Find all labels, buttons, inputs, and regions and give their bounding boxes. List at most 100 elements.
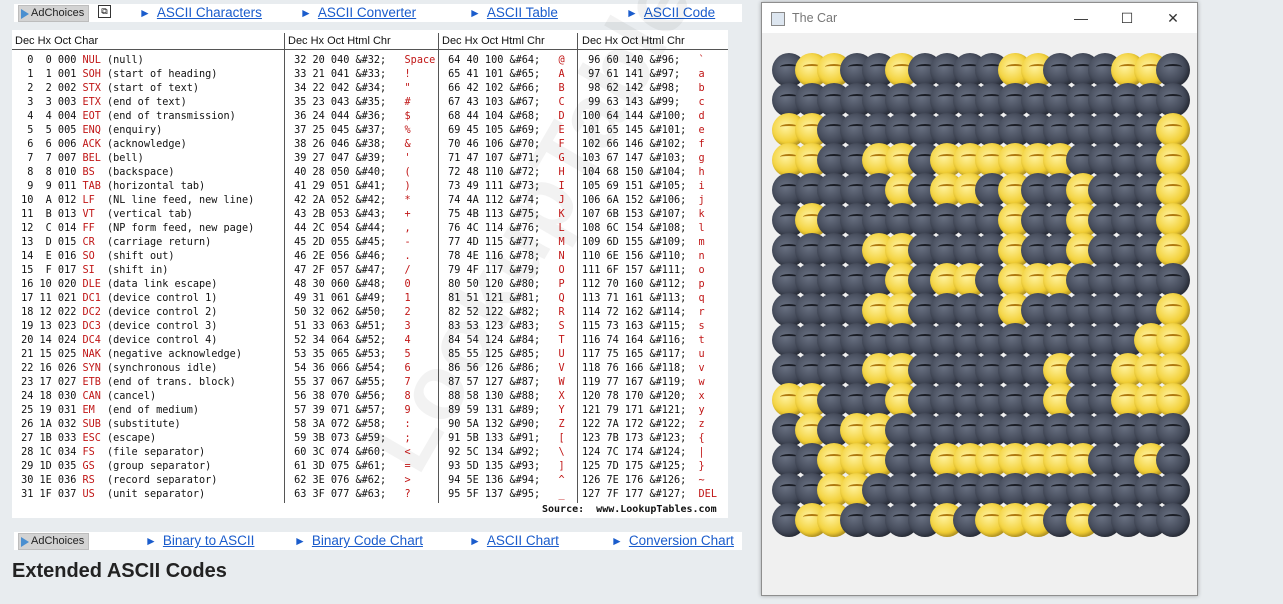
table-source: Source: www.LookupTables.com [542,504,717,515]
table-row: 71 47 107 &#71; G [442,153,565,164]
table-row: 32 20 040 &#32; Space [288,55,436,66]
table-row: 48 30 060 &#48; 0 [288,279,411,290]
ascii-table-image: LookupTables Dec Hx Oct Char Dec Hx Oct … [12,0,737,518]
full-moon-face-icon [1156,203,1191,237]
table-row: 4 4 004 EOT (end of transmission) [15,111,236,122]
table-row: 38 26 046 &#38; & [288,139,411,150]
table-row: 99 63 143 &#99; c [582,97,705,108]
table-row: 39 27 047 &#39; ' [288,153,411,164]
table-row: 65 41 101 &#65; A [442,69,565,80]
moon-face-detail [1164,394,1183,400]
table-row: 1 1 001 SOH (start of heading) [15,69,218,80]
link-ascii-characters[interactable]: ► ASCII Characters [139,5,262,20]
table-row: 58 3A 072 &#58; : [288,419,411,430]
link-ascii-table[interactable]: ► ASCII Table [469,5,558,20]
column-divider [284,33,285,503]
table-row: 117 75 165 &#117; u [582,349,705,360]
link-ascii-chart[interactable]: ► ASCII Chart [469,533,559,548]
moon-face-detail [1164,514,1183,520]
table-row: 81 51 121 &#81; Q [442,293,565,304]
external-link-icon[interactable]: ⧉ [98,5,111,18]
table-row: 46 2E 056 &#46; . [288,251,411,262]
table-row: 26 1A 032 SUB (substitute) [15,419,181,430]
table-row: 68 44 104 &#68; D [442,111,565,122]
arrow-icon: ► [294,534,306,548]
table-row: 74 4A 112 &#74; J [442,195,565,206]
link-binary-to-ascii[interactable]: ► Binary to ASCII [145,533,254,548]
full-moon-face-icon [1156,143,1191,177]
table-row: 87 57 127 &#87; W [442,377,565,388]
table-row: 27 1B 033 ESC (escape) [15,433,157,444]
table-row: 16 10 020 DLE (data link escape) [15,279,218,290]
table-row: 90 5A 132 &#90; Z [442,419,565,430]
full-moon-face-icon [1156,173,1191,207]
table-row: 95 5F 137 &#95; _ [442,489,565,500]
new-moon-face-icon [1156,263,1191,297]
moon-face-detail [1164,334,1183,340]
full-moon-face-icon [1156,113,1191,147]
table-row: 84 54 124 &#84; T [442,335,565,346]
table-row: 125 7D 175 &#125; } [582,461,705,472]
maximize-button[interactable]: ☐ [1115,8,1139,28]
table-row: 119 77 167 &#119; w [582,377,705,388]
arrow-icon: ► [469,534,481,548]
new-moon-face-icon [1156,503,1191,537]
web-page: AdChoices ⧉ ► ASCII Characters ► ASCII Con… [0,0,760,604]
minimize-button[interactable]: — [1069,8,1093,28]
table-row: 67 43 103 &#67; C [442,97,565,108]
table-row: 17 11 021 DC1 (device control 1) [15,293,218,304]
table-row: 0 0 000 NUL (null) [15,55,144,66]
table-row: 69 45 105 &#69; E [442,125,565,136]
close-button[interactable]: ✕ [1161,8,1185,28]
table-row: 25 19 031 EM (end of medium) [15,405,200,416]
section-heading: Extended ASCII Codes [12,560,227,582]
full-moon-face-icon [1156,323,1191,357]
table-row: 36 24 044 &#36; $ [288,111,411,122]
table-row: 105 69 151 &#105; i [582,181,705,192]
table-row: 121 79 171 &#121; y [582,405,705,416]
table-row: 14 E 016 SO (shift out) [15,251,175,262]
table-row: 9 9 011 TAB (horizontal tab) [15,181,206,192]
arrow-icon: ► [469,6,481,20]
table-row: 20 14 024 DC4 (device control 4) [15,335,218,346]
adchoices-badge[interactable]: AdChoices [18,5,90,22]
moon-grid-canvas [772,53,1192,543]
table-row: 103 67 147 &#103; g [582,153,705,164]
table-row: 30 1E 036 RS (record separator) [15,475,218,486]
table-row: 96 60 140 &#96; ` [582,55,705,66]
column-divider [577,33,578,503]
new-moon-face-icon [1156,83,1191,117]
table-row: 102 66 146 &#102; f [582,139,705,150]
table-row: 116 74 164 &#116; t [582,335,705,346]
table-row: 101 65 145 &#101; e [582,125,705,136]
table-row: 114 72 162 &#114; r [582,307,705,318]
java-app-icon [771,12,785,26]
table-row: 108 6C 154 &#108; l [582,223,705,234]
link-ascii-converter[interactable]: ► ASCII Converter [300,5,416,20]
table-row: 35 23 043 &#35; # [288,97,411,108]
table-row: 11 B 013 VT (vertical tab) [15,209,193,220]
moon-face-detail [1164,274,1183,280]
table-row: 43 2B 053 &#43; + [288,209,411,220]
new-moon-face-icon [1156,53,1191,87]
column-divider [438,33,439,503]
table-row: 56 38 070 &#56; 8 [288,391,411,402]
table-row: 45 2D 055 &#45; - [288,237,411,248]
moon-face-detail [1164,94,1183,100]
link-conversion-chart[interactable]: ► Conversion Chart [611,533,734,548]
table-row: 104 68 150 &#104; h [582,167,705,178]
window-titlebar[interactable]: The Car — ☐ ✕ [762,3,1197,33]
arrow-icon: ► [611,534,623,548]
table-row: 29 1D 035 GS (group separator) [15,461,212,472]
table-header-col1: Dec Hx Oct Char [15,35,99,47]
table-row: 109 6D 155 &#109; m [582,237,705,248]
adchoices-badge[interactable]: AdChoices [18,533,90,550]
table-row: 51 33 063 &#51; 3 [288,321,411,332]
table-row: 75 4B 113 &#75; K [442,209,565,220]
table-row: 73 49 111 &#73; I [442,181,565,192]
moon-face-detail [1164,214,1183,220]
link-binary-code-chart[interactable]: ► Binary Code Chart [294,533,423,548]
arrow-icon: ► [139,6,151,20]
table-row: 47 2F 057 &#47; / [288,265,411,276]
table-row: 63 3F 077 &#63; ? [288,489,411,500]
